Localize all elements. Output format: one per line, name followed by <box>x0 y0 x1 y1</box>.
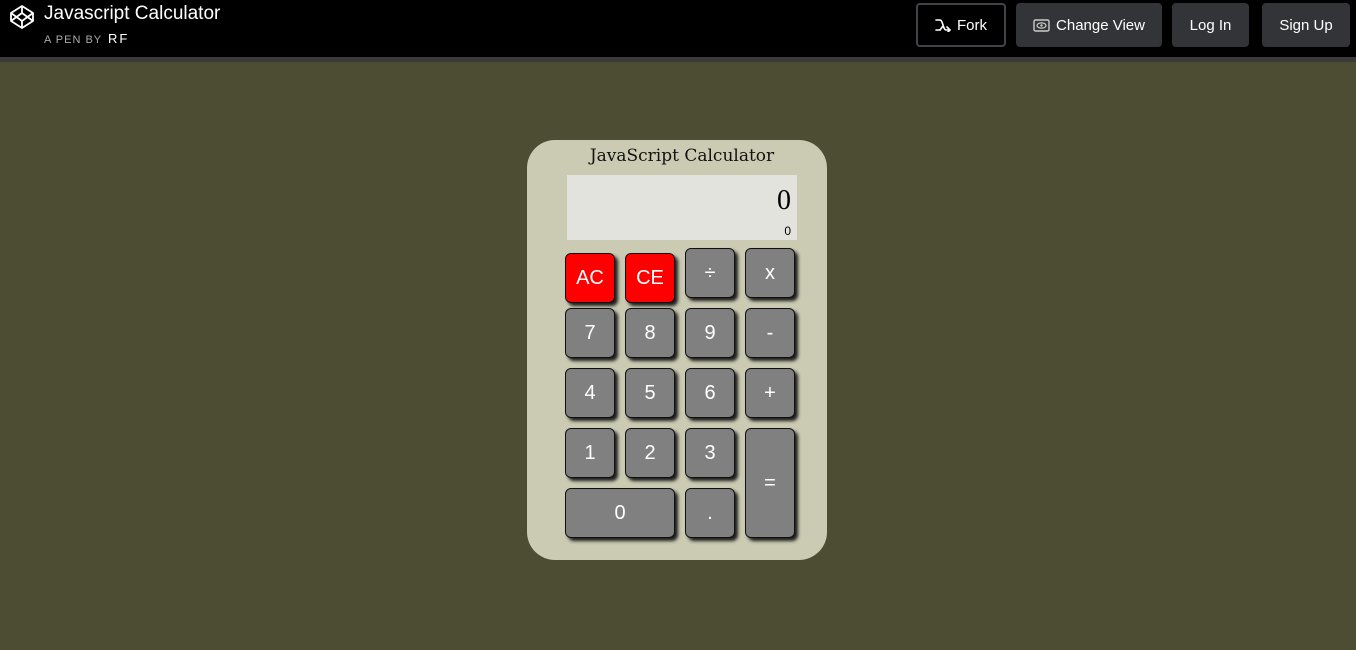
eight-button[interactable]: 8 <box>625 308 675 358</box>
pen-byline: A PEN BY RF <box>44 31 129 46</box>
calculator: JavaScript Calculator 0 0 AC CE ÷ x 7 8 … <box>527 140 827 560</box>
change-view-label: Change View <box>1056 16 1145 34</box>
six-button[interactable]: 6 <box>685 368 735 418</box>
decimal-button[interactable]: . <box>685 488 735 538</box>
top-bar: Javascript Calculator A PEN BY RF Fork C… <box>0 0 1356 57</box>
seven-button[interactable]: 7 <box>565 308 615 358</box>
one-button[interactable]: 1 <box>565 428 615 478</box>
pen-by-label: A PEN BY <box>44 34 102 46</box>
codepen-logo-icon[interactable] <box>9 4 35 30</box>
change-view-button[interactable]: Change View <box>1016 3 1162 47</box>
fork-label: Fork <box>957 16 987 34</box>
fork-icon <box>935 19 951 32</box>
four-button[interactable]: 4 <box>565 368 615 418</box>
minus-button[interactable]: - <box>745 308 795 358</box>
login-button[interactable]: Log In <box>1172 3 1249 47</box>
calculator-display: 0 0 <box>567 175 797 240</box>
equals-button[interactable]: = <box>745 428 795 538</box>
two-button[interactable]: 2 <box>625 428 675 478</box>
three-button[interactable]: 3 <box>685 428 735 478</box>
ce-button[interactable]: CE <box>625 253 675 303</box>
pen-title: Javascript Calculator <box>44 3 221 24</box>
signup-button[interactable]: Sign Up <box>1262 3 1350 47</box>
plus-button[interactable]: + <box>745 368 795 418</box>
five-button[interactable]: 5 <box>625 368 675 418</box>
nine-button[interactable]: 9 <box>685 308 735 358</box>
divide-button[interactable]: ÷ <box>685 248 735 298</box>
eye-icon <box>1033 18 1050 32</box>
fork-button[interactable]: Fork <box>916 3 1006 47</box>
signup-label: Sign Up <box>1279 16 1333 34</box>
display-main-value: 0 <box>777 185 791 216</box>
multiply-button[interactable]: x <box>745 248 795 298</box>
login-label: Log In <box>1189 16 1232 34</box>
zero-button[interactable]: 0 <box>565 488 675 538</box>
display-formula: 0 <box>784 224 791 238</box>
top-bar-divider <box>0 57 1356 62</box>
ac-button[interactable]: AC <box>565 253 615 303</box>
pen-author-link[interactable]: RF <box>108 31 129 46</box>
calculator-title: JavaScript Calculator <box>589 146 775 166</box>
